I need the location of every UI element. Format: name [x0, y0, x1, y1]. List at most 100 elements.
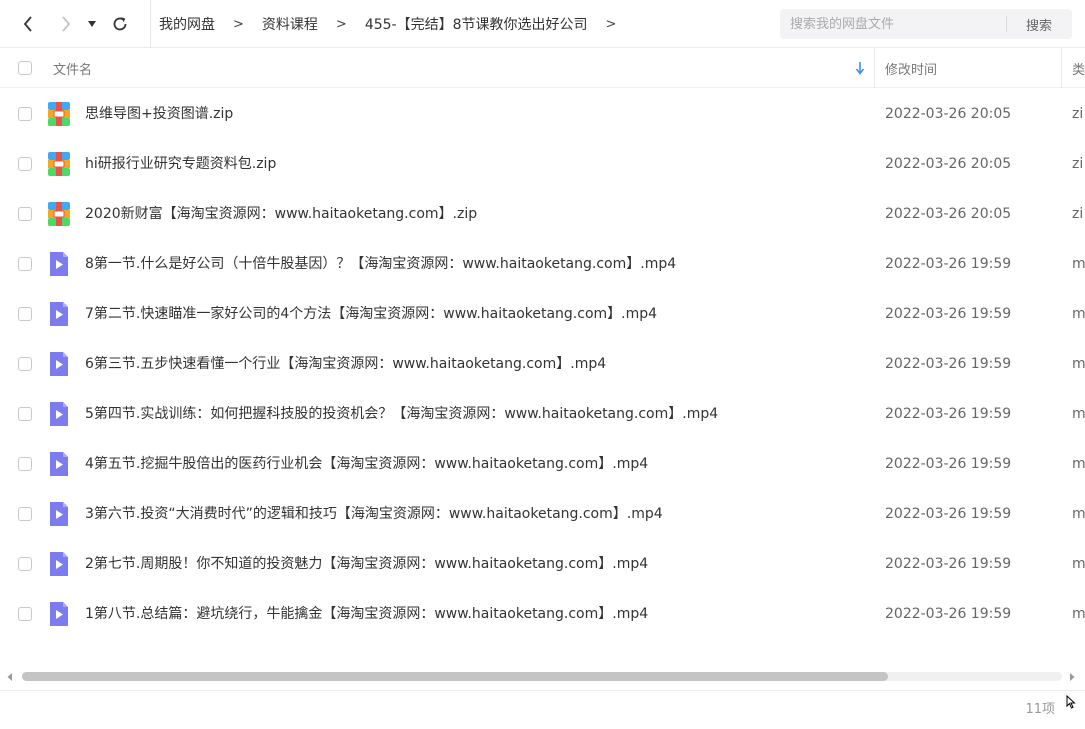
breadcrumb-item-course-materials[interactable]: 资料课程 [262, 14, 318, 34]
file-name[interactable]: 1第八节.总结篇：避坑绕行，牛能擒金【海淘宝资源网：www.haitaoketa… [85, 589, 648, 639]
file-row[interactable]: 3第六节.投资“大消费时代”的逻辑和技巧【海淘宝资源网：www.haitaoke… [0, 489, 1085, 539]
column-header-modified[interactable]: 修改时间 [885, 48, 937, 88]
row-checkbox[interactable] [18, 307, 32, 321]
file-type: m [1072, 306, 1085, 322]
row-checkbox[interactable] [18, 257, 32, 271]
file-type: m [1072, 356, 1085, 372]
video-icon [50, 502, 68, 526]
file-name[interactable]: 5第四节.实战训练：如何把握科技股的投资机会？【海淘宝资源网：www.haita… [85, 389, 718, 439]
column-header-name[interactable]: 文件名 [53, 48, 92, 88]
file-row[interactable]: 6第三节.五步快速看懂一个行业【海淘宝资源网：www.haitaoketang.… [0, 339, 1085, 389]
file-type: m [1072, 556, 1085, 572]
file-modified-time: 2022-03-26 19:59 [885, 456, 1012, 472]
search-button[interactable]: 搜索 [1008, 9, 1070, 39]
file-type: zi [1072, 156, 1084, 172]
row-checkbox[interactable] [18, 607, 32, 621]
file-name[interactable]: 2020新财富【海淘宝资源网：www.haitaoketang.com】.zip [85, 189, 477, 239]
scroll-right-arrow-icon[interactable] [1068, 672, 1076, 682]
video-icon [50, 252, 68, 276]
refresh-icon [113, 17, 127, 31]
file-modified-time: 2022-03-26 19:59 [885, 256, 1012, 272]
file-type: m [1072, 406, 1085, 422]
row-checkbox[interactable] [18, 157, 32, 171]
file-modified-time: 2022-03-26 19:59 [885, 506, 1012, 522]
chevron-left-icon [23, 16, 32, 32]
search-box: 搜索 [780, 9, 1072, 39]
search-input[interactable] [780, 9, 1005, 39]
row-checkbox[interactable] [18, 107, 32, 121]
file-name[interactable]: 6第三节.五步快速看懂一个行业【海淘宝资源网：www.haitaoketang.… [85, 339, 606, 389]
file-row[interactable]: hi研报行业研究专题资料包.zip 2022-03-26 20:05 zi [0, 139, 1085, 189]
row-checkbox[interactable] [18, 207, 32, 221]
file-row[interactable]: 4第五节.挖掘牛股倍出的医药行业机会【海淘宝资源网：www.haitaoketa… [0, 439, 1085, 489]
file-modified-time: 2022-03-26 19:59 [885, 406, 1012, 422]
search-divider [1006, 16, 1007, 32]
column-divider[interactable] [1061, 48, 1062, 88]
file-row[interactable]: 5第四节.实战训练：如何把握科技股的投资机会？【海淘宝资源网：www.haita… [0, 389, 1085, 439]
video-icon [50, 602, 68, 626]
scroll-left-arrow-icon[interactable] [6, 672, 14, 682]
file-type: m [1072, 606, 1085, 622]
back-button[interactable] [16, 12, 40, 36]
file-modified-time: 2022-03-26 19:59 [885, 556, 1012, 572]
video-icon [50, 402, 68, 426]
file-type: zi [1072, 206, 1084, 222]
file-type: m [1072, 506, 1085, 522]
file-name[interactable]: 2第七节.周期股！你不知道的投资魅力【海淘宝资源网：www.haitaoketa… [85, 539, 648, 589]
archive-icon [48, 152, 70, 176]
file-type: m [1072, 456, 1085, 472]
breadcrumb-separator: > [335, 16, 347, 32]
column-header-type[interactable]: 类 [1072, 48, 1085, 88]
column-divider[interactable] [874, 48, 875, 88]
file-modified-time: 2022-03-26 20:05 [885, 106, 1012, 122]
select-all-checkbox[interactable] [18, 61, 32, 75]
item-count: 11项 [1025, 702, 1055, 717]
file-modified-time: 2022-03-26 19:59 [885, 306, 1012, 322]
breadcrumb-separator: > [233, 16, 244, 32]
file-row[interactable]: 1第八节.总结篇：避坑绕行，牛能擒金【海淘宝资源网：www.haitaoketa… [0, 589, 1085, 639]
file-row[interactable]: 7第二节.快速瞄准一家好公司的4个方法【海淘宝资源网：www.haitaoket… [0, 289, 1085, 339]
sort-descending-icon[interactable] [855, 48, 865, 88]
row-checkbox[interactable] [18, 357, 32, 371]
video-icon [50, 552, 68, 576]
file-type: m [1072, 256, 1085, 272]
scrollbar-thumb[interactable] [22, 672, 888, 681]
file-row[interactable]: 2第七节.周期股！你不知道的投资魅力【海淘宝资源网：www.haitaoketa… [0, 539, 1085, 589]
breadcrumb-item-current-folder[interactable]: 455-【完结】8节课教你选出好公司 [365, 14, 588, 34]
breadcrumb-item-my-drive[interactable]: 我的网盘 [159, 14, 215, 34]
row-checkbox[interactable] [18, 407, 32, 421]
refresh-button[interactable] [108, 12, 132, 36]
file-name[interactable]: 4第五节.挖掘牛股倍出的医药行业机会【海淘宝资源网：www.haitaoketa… [85, 439, 648, 489]
file-name[interactable]: 3第六节.投资“大消费时代”的逻辑和技巧【海淘宝资源网：www.haitaoke… [85, 489, 663, 539]
toolbar: 我的网盘 > 资料课程 > 455-【完结】8节课教你选出好公司 > 搜索 [0, 0, 1085, 48]
file-name[interactable]: 思维导图+投资图谱.zip [85, 89, 233, 139]
file-row[interactable]: 2020新财富【海淘宝资源网：www.haitaoketang.com】.zip… [0, 189, 1085, 239]
row-checkbox[interactable] [18, 507, 32, 521]
file-type: zi [1072, 106, 1084, 122]
archive-icon [48, 102, 70, 126]
video-icon [50, 452, 68, 476]
file-row[interactable]: 8第一节.什么是好公司（十倍牛股基因）？【海淘宝资源网：www.haitaoke… [0, 239, 1085, 289]
history-dropdown-button[interactable] [82, 12, 102, 36]
row-checkbox[interactable] [18, 457, 32, 471]
file-name[interactable]: 8第一节.什么是好公司（十倍牛股基因）？【海淘宝资源网：www.haitaoke… [85, 239, 676, 289]
file-modified-time: 2022-03-26 19:59 [885, 356, 1012, 372]
file-modified-time: 2022-03-26 20:05 [885, 206, 1012, 222]
archive-icon [48, 202, 70, 226]
file-modified-time: 2022-03-26 20:05 [885, 156, 1012, 172]
chevron-right-icon [62, 16, 71, 32]
horizontal-scrollbar[interactable] [0, 668, 1085, 686]
file-name[interactable]: 7第二节.快速瞄准一家好公司的4个方法【海淘宝资源网：www.haitaoket… [85, 289, 657, 339]
row-checkbox[interactable] [18, 557, 32, 571]
caret-down-icon [88, 21, 96, 27]
file-modified-time: 2022-03-26 19:59 [885, 606, 1012, 622]
breadcrumb-separator[interactable]: > [606, 17, 617, 32]
video-icon [50, 352, 68, 376]
forward-button[interactable] [54, 12, 78, 36]
file-list-header: 文件名 修改时间 类 [0, 48, 1085, 88]
file-row[interactable]: 思维导图+投资图谱.zip 2022-03-26 20:05 zi [0, 89, 1085, 139]
status-bar: 11项 [0, 690, 1085, 726]
breadcrumb: 我的网盘 > 资料课程 > 455-【完结】8节课教你选出好公司 > [150, 0, 634, 48]
file-name[interactable]: hi研报行业研究专题资料包.zip [85, 139, 276, 189]
video-icon [50, 302, 68, 326]
